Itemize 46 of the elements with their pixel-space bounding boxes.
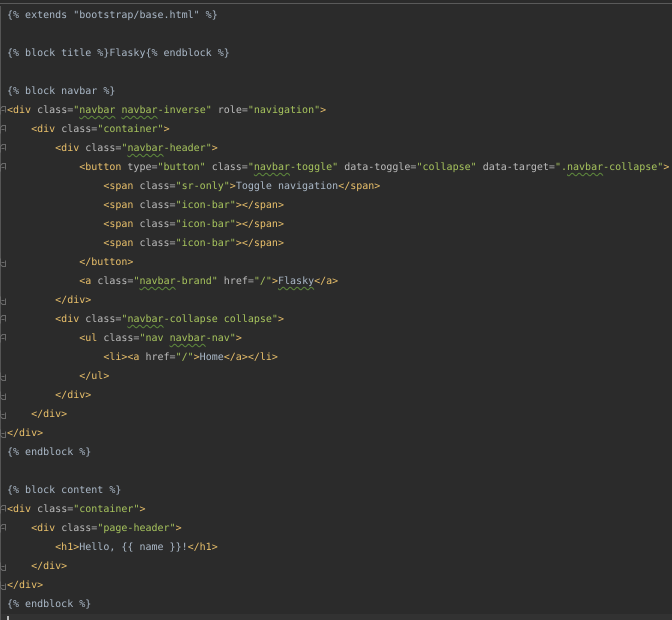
fold-marker-icon[interactable] [0, 106, 6, 115]
code-line: {% endblock %} [7, 598, 92, 611]
code-line: </div> [30, 408, 68, 421]
code-line: </div> [54, 389, 92, 402]
fold-marker-icon[interactable] [0, 410, 6, 419]
code-line: <span class="icon-bar"></span> [102, 218, 284, 231]
fold-marker-icon[interactable] [0, 429, 6, 438]
code-editor[interactable] [0, 3, 672, 620]
code-line: <span class="icon-bar"></span> [102, 237, 284, 250]
fold-marker-icon[interactable] [0, 581, 6, 590]
fold-marker-icon[interactable] [0, 258, 6, 267]
code-line: <span class="icon-bar"></span> [102, 199, 284, 212]
code-line: </div> [7, 427, 44, 440]
fold-marker-icon[interactable] [0, 125, 6, 134]
code-line: <h1>Hello, {{ name }}!</h1> [54, 541, 218, 554]
fold-marker-icon[interactable] [0, 372, 6, 381]
code-line: <div class="navbar navbar-inverse" role="navigation"> [7, 104, 326, 117]
code-line: {% block title %}Flasky{% endblock %} [7, 47, 230, 60]
code-line: </div> [54, 294, 92, 307]
code-line: <div class="navbar-header"> [54, 142, 218, 155]
code-line: {% endblock %} [7, 446, 92, 459]
code-line: </ul> [78, 370, 110, 383]
code-line: <button type="button" class="navbar-toggle" data-toggle="collapse" data-target=".navbar-collapse"> [78, 161, 670, 174]
fold-marker-icon[interactable] [0, 562, 6, 571]
code-line: {% block navbar %} [7, 85, 116, 98]
code-line: {% block content %} [7, 484, 122, 497]
code-line: <div class="navbar-collapse collapse"> [54, 313, 284, 326]
code-line: <li><a href="/">Home</a></li> [102, 351, 278, 364]
fold-marker-icon[interactable] [0, 391, 6, 400]
fold-marker-icon[interactable] [0, 315, 6, 324]
code-line: <span class="sr-only">Toggle navigation</span> [102, 180, 380, 193]
fold-marker-icon[interactable] [0, 296, 6, 305]
fold-marker-icon[interactable] [0, 163, 6, 172]
code-line: <a class="navbar-brand" href="/">Flasky</a> [78, 275, 338, 288]
fold-marker-icon[interactable] [0, 505, 6, 514]
code-line: <div class="container"> [7, 503, 146, 516]
fold-marker-icon[interactable] [0, 144, 6, 153]
code-line: {% extends "bootstrap/base.html" %} [7, 9, 218, 22]
code-line: </div> [30, 560, 68, 573]
fold-marker-icon[interactable] [0, 524, 6, 533]
code-line: <div class="page-header"> [30, 522, 182, 535]
code-line: <ul class="nav navbar-nav"> [78, 332, 242, 345]
code-line: </button> [78, 256, 134, 269]
fold-marker-icon[interactable] [0, 334, 6, 343]
code-line: </div> [7, 579, 44, 592]
code-line: <div class="container"> [30, 123, 170, 136]
